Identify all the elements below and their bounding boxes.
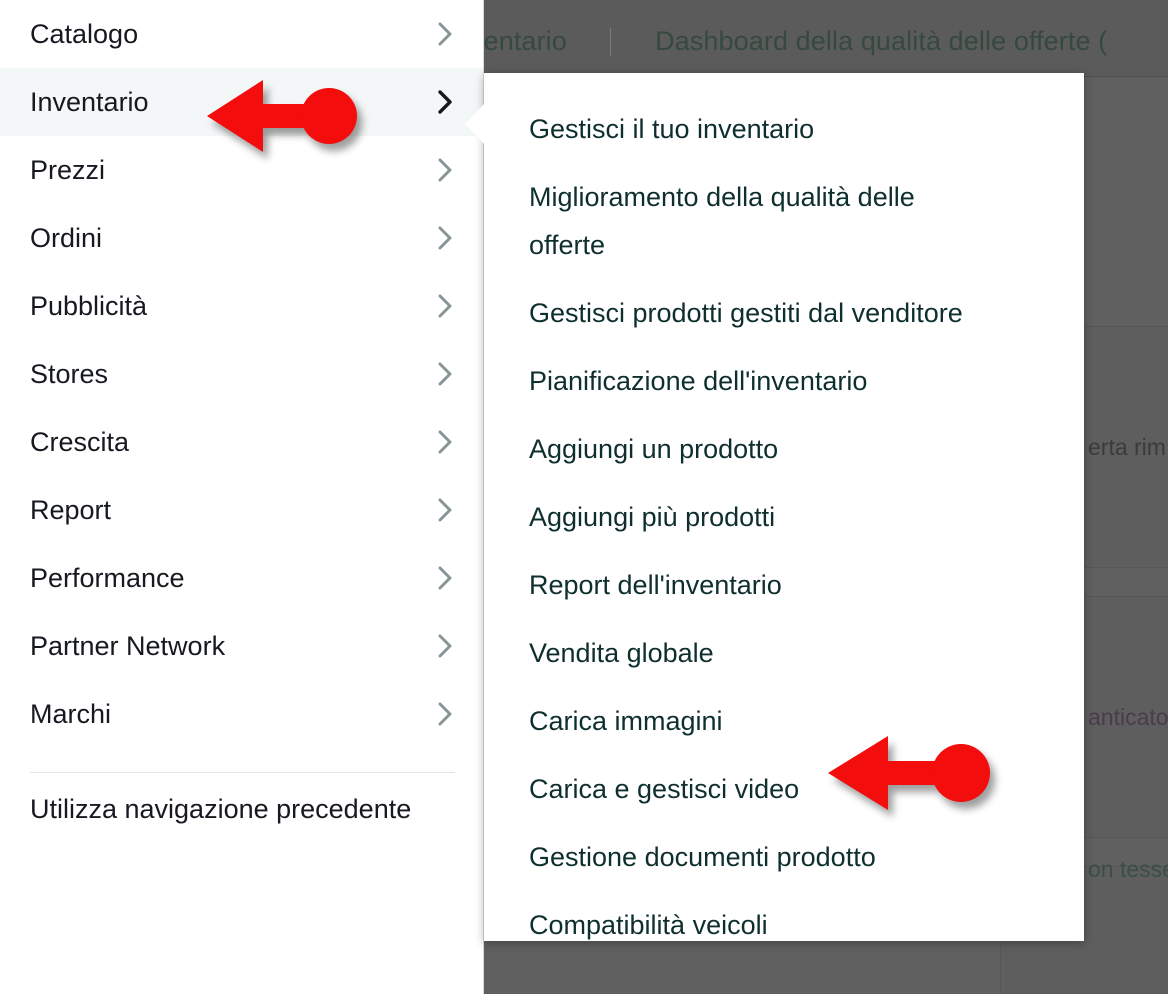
sidebar-item-label: Report	[30, 494, 112, 525]
submenu-item-label: Pianificazione dell'inventario	[529, 366, 868, 396]
sidebar-item-crescita[interactable]: Crescita	[0, 408, 483, 476]
chevron-right-icon	[435, 361, 457, 387]
sidebar-item-catalogo[interactable]: Catalogo	[0, 0, 483, 68]
submenu-item-carica-e-gestisci-video[interactable]: Carica e gestisci video	[484, 755, 1084, 823]
submenu-item-pianificazione-dell-inventario[interactable]: Pianificazione dell'inventario	[484, 347, 1084, 415]
screenshot-root: ventario Dashboard della qualità delle o…	[0, 0, 1168, 994]
sidebar-item-pubblicita[interactable]: Pubblicità	[0, 272, 483, 340]
chevron-right-icon	[435, 157, 457, 183]
sidebar-item-label: Partner Network	[30, 630, 226, 661]
submenu-item-label: Report dell'inventario	[529, 570, 782, 600]
sidebar-item-prezzi[interactable]: Prezzi	[0, 136, 483, 204]
sidebar-item-label: Performance	[30, 562, 185, 593]
submenu-item-label: Compatibilità veicoli	[529, 910, 768, 940]
submenu-item-label: Gestisci prodotti gestiti dal venditore	[529, 298, 963, 328]
chevron-right-icon	[435, 497, 457, 523]
submenu-item-aggiungi-piu-prodotti[interactable]: Aggiungi più prodotti	[484, 483, 1084, 551]
sidebar-item-label: Stores	[30, 358, 109, 389]
submenu-item-label: Aggiungi più prodotti	[529, 502, 776, 532]
submenu-item-gestione-documenti-prodotto[interactable]: Gestione documenti prodotto	[484, 823, 1084, 891]
chevron-right-icon	[435, 89, 457, 115]
submenu-item-label: Carica e gestisci video	[529, 774, 800, 804]
submenu-item-label: Gestisci il tuo inventario	[529, 114, 815, 144]
submenu-item-gestisci-il-tuo-inventario[interactable]: Gestisci il tuo inventario	[484, 95, 1084, 163]
sidebar-item-legacy-navigation[interactable]: Utilizza navigazione precedente	[0, 773, 483, 845]
sidebar-item-performance[interactable]: Performance	[0, 544, 483, 612]
submenu-item-compatibilita-veicoli[interactable]: Compatibilità veicoli	[484, 891, 1084, 959]
submenu-item-label: Aggiungi un prodotto	[529, 434, 779, 464]
chevron-right-icon	[435, 225, 457, 251]
sidebar-item-label: Catalogo	[30, 18, 139, 49]
sidebar-item-label: Ordini	[30, 222, 103, 253]
submenu-item-label: Miglioramento della qualità delle offert…	[529, 182, 915, 260]
submenu-item-carica-immagini[interactable]: Carica immagini	[484, 687, 1084, 755]
sidebar-item-marchi[interactable]: Marchi	[0, 680, 483, 748]
sidebar-item-report[interactable]: Report	[0, 476, 483, 544]
sidebar-item-partner-network[interactable]: Partner Network	[0, 612, 483, 680]
chevron-right-icon	[435, 293, 457, 319]
submenu-item-label: Gestione documenti prodotto	[529, 842, 876, 872]
sidebar-item-ordini[interactable]: Ordini	[0, 204, 483, 272]
sidebar-item-label: Inventario	[30, 86, 149, 117]
breadcrumb: ventario Dashboard della qualità delle o…	[470, 26, 1107, 57]
submenu-item-label: Vendita globale	[529, 638, 714, 668]
sidebar-item-label: Crescita	[30, 426, 130, 457]
inventario-submenu-panel: Gestisci il tuo inventario Miglioramento…	[465, 73, 1084, 941]
submenu-item-report-dell-inventario[interactable]: Report dell'inventario	[484, 551, 1084, 619]
submenu-item-vendita-globale[interactable]: Vendita globale	[484, 619, 1084, 687]
breadcrumb-item-dashboard[interactable]: Dashboard della qualità delle offerte (	[655, 26, 1107, 56]
submenu-item-gestisci-prodotti-gestiti-dal-venditore[interactable]: Gestisci prodotti gestiti dal venditore	[484, 279, 1084, 347]
submenu-item-label: Carica immagini	[529, 706, 723, 736]
submenu-item-aggiungi-un-prodotto[interactable]: Aggiungi un prodotto	[484, 415, 1084, 483]
chevron-right-icon	[435, 21, 457, 47]
sidebar-item-label: Pubblicità	[30, 290, 148, 321]
chevron-right-icon	[435, 429, 457, 455]
main-navigation-panel: Catalogo Inventario Prezzi Ordini Pubbli	[0, 0, 484, 994]
sidebar-item-stores[interactable]: Stores	[0, 340, 483, 408]
chevron-right-icon	[435, 701, 457, 727]
background-text-fragment: erta rim	[1088, 434, 1166, 460]
chevron-right-icon	[435, 633, 457, 659]
breadcrumb-item-inventario[interactable]: ventario	[470, 26, 567, 56]
sidebar-item-label: Prezzi	[30, 154, 106, 185]
breadcrumb-separator	[610, 28, 612, 56]
chevron-right-icon	[435, 565, 457, 591]
sidebar-item-inventario[interactable]: Inventario	[0, 68, 483, 136]
background-text-fragment: anticato	[1088, 704, 1168, 730]
background-text-fragment: on tesse	[1088, 856, 1168, 882]
submenu-pointer-caret	[465, 103, 485, 145]
submenu-item-miglioramento-della-qualita-delle-offerte[interactable]: Miglioramento della qualità delle offert…	[484, 163, 1084, 279]
sidebar-footer-label: Utilizza navigazione precedente	[30, 793, 412, 824]
sidebar-item-label: Marchi	[30, 698, 112, 729]
